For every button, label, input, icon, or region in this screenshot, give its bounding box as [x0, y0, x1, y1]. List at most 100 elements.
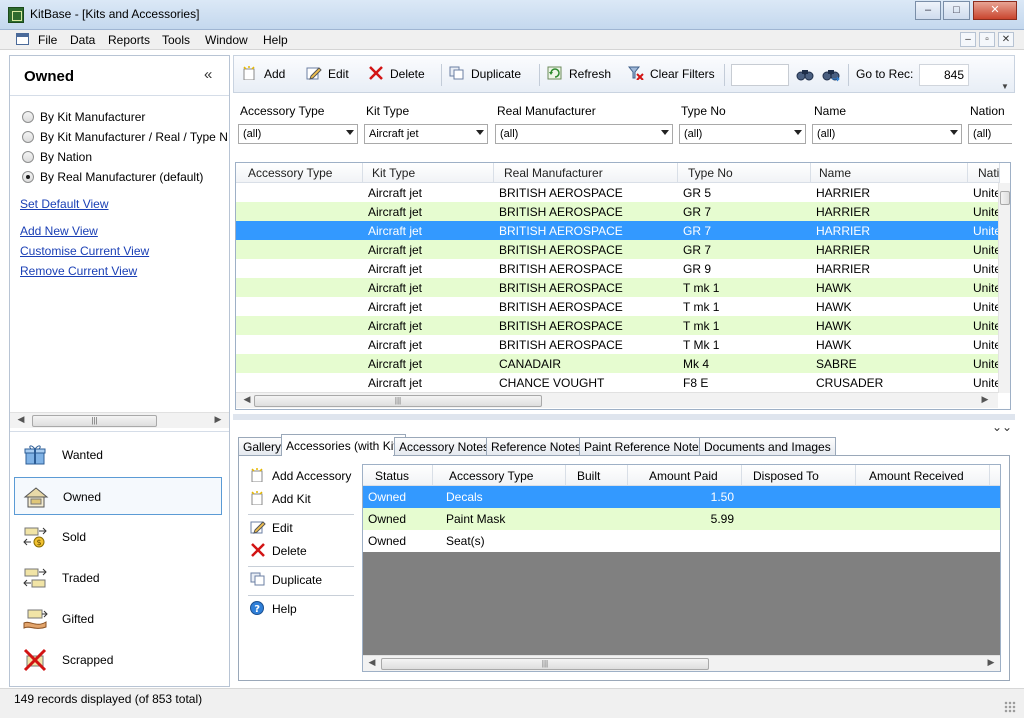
detail-duplicate-button[interactable]: Duplicate — [250, 572, 322, 587]
tab-gallery[interactable]: Gallery — [238, 437, 287, 455]
grid-horizontal-scrollbar[interactable]: ◀ ||| ▶ — [236, 392, 998, 408]
tab-paint-reference-notes[interactable]: Paint Reference Notes — [579, 437, 710, 455]
mdi-minimize-button[interactable]: – — [960, 32, 976, 47]
menu-tools[interactable]: Tools — [162, 33, 190, 47]
view-option-nation[interactable]: By Nation — [22, 148, 227, 166]
tab-accessory-notes[interactable]: Accessory Notes — [394, 437, 495, 455]
close-button[interactable]: ✕ — [973, 1, 1017, 20]
menu-file[interactable]: File — [38, 33, 57, 47]
table-row[interactable]: Aircraft jet BRITISH AEROSPACE GR 7 HARRIER… — [236, 240, 1000, 259]
collapse-icon[interactable]: « — [204, 66, 212, 83]
view-option-kit-manufacturer-real[interactable]: By Kit Manufacturer / Real / Type No / N… — [22, 128, 227, 146]
goto-record-input[interactable]: 845 — [919, 64, 969, 86]
scroll-right-icon[interactable]: ▶ — [211, 414, 225, 425]
splitter[interactable] — [233, 414, 1015, 420]
column-header-status[interactable]: Status — [363, 465, 433, 486]
table-row[interactable]: Owned Seat(s) — [363, 530, 1000, 552]
column-header-real-manufacturer[interactable]: Real Manufacturer — [494, 163, 678, 183]
add-new-view-link[interactable]: Add New View — [20, 224, 98, 238]
detail-horizontal-scrollbar[interactable]: ◀ ||| ▶ — [363, 655, 1000, 671]
table-row[interactable]: Owned Paint Mask 5.99 — [363, 508, 1000, 530]
filter-kit-type[interactable]: Aircraft jet — [364, 124, 488, 144]
table-row[interactable]: Aircraft jet BRITISH AEROSPACE T mk 1 HAWK U… — [236, 278, 1000, 297]
column-header-amount-paid[interactable]: Amount Paid — [628, 465, 742, 486]
filter-accessory-type[interactable]: (all) — [238, 124, 358, 144]
menu-data[interactable]: Data — [70, 33, 95, 47]
add-accessory-button[interactable]: Add Accessory — [250, 468, 351, 483]
help-button[interactable]: ? Help — [250, 601, 297, 616]
search-input[interactable] — [731, 64, 789, 86]
minimize-button[interactable]: – — [915, 1, 941, 20]
maximize-button[interactable]: □ — [943, 1, 970, 20]
menu-reports[interactable]: Reports — [108, 33, 150, 47]
mdi-restore-button[interactable]: ▫ — [979, 32, 995, 47]
tab-reference-notes[interactable]: Reference Notes — [486, 437, 587, 455]
column-header-name[interactable]: Name — [811, 163, 968, 183]
resize-grip-icon[interactable] — [1004, 701, 1016, 713]
detail-edit-button[interactable]: Edit — [250, 520, 293, 535]
column-header-kit-type[interactable]: Kit Type — [363, 163, 494, 183]
refresh-button[interactable]: Refresh — [547, 66, 611, 84]
scroll-thumb[interactable]: ||| — [381, 658, 709, 670]
table-row[interactable]: Aircraft jet BRITISH AEROSPACE GR 7 HARRIER… — [236, 202, 1000, 221]
column-header-accessory-type[interactable]: Accessory Type — [433, 465, 566, 486]
scroll-right-icon[interactable]: ▶ — [984, 657, 998, 668]
find-icon[interactable] — [796, 67, 814, 83]
delete-button[interactable]: Delete — [368, 66, 425, 84]
scroll-right-icon[interactable]: ▶ — [978, 394, 992, 405]
duplicate-button[interactable]: Duplicate — [449, 66, 521, 84]
table-row[interactable]: Aircraft jet BRITISH AEROSPACE T mk 1 HAWK U… — [236, 316, 1000, 335]
table-row[interactable]: Aircraft jet BRITISH AEROSPACE T mk 1 HAWK U… — [236, 297, 1000, 316]
nav-sold[interactable]: $ Sold — [14, 518, 222, 556]
find-next-icon[interactable] — [822, 67, 840, 83]
tab-documents-and-images[interactable]: Documents and Images — [699, 437, 836, 455]
scroll-left-icon[interactable]: ◀ — [14, 414, 28, 425]
view-option-real-manufacturer[interactable]: By Real Manufacturer (default) — [22, 168, 227, 186]
view-option-kit-manufacturer[interactable]: By Kit Manufacturer — [22, 108, 227, 126]
column-header-type-no[interactable]: Type No — [678, 163, 811, 183]
scroll-thumb[interactable]: ||| — [32, 415, 157, 427]
table-row[interactable]: Owned Decals 1.50 — [363, 486, 1000, 508]
set-default-view-link[interactable]: Set Default View — [20, 197, 109, 211]
filter-real-manufacturer[interactable]: (all) — [495, 124, 673, 144]
nav-scrapped[interactable]: Scrapped — [14, 641, 222, 679]
scroll-left-icon[interactable]: ◀ — [365, 657, 379, 668]
remove-view-link[interactable]: Remove Current View — [20, 264, 137, 278]
detail-delete-button[interactable]: Delete — [250, 543, 307, 558]
add-kit-button[interactable]: Add Kit — [250, 491, 311, 506]
clear-filters-button[interactable]: Clear Filters — [628, 66, 715, 84]
table-row[interactable]: Aircraft jet BRITISH AEROSPACE GR 5 HARRIER… — [236, 183, 1000, 202]
nav-wanted[interactable]: Wanted — [14, 436, 222, 474]
mdi-close-button[interactable]: ✕ — [998, 32, 1014, 47]
tab-accessories-with-kit[interactable]: Accessories (with Kit) — [281, 434, 406, 456]
column-header-nation[interactable]: Nation — [968, 163, 1000, 183]
column-header-amount-received[interactable]: Amount Received — [856, 465, 990, 486]
toolbar-overflow-icon[interactable]: ▼ — [1001, 82, 1009, 91]
left-horizontal-scrollbar[interactable]: ◀ ||| ▶ — [10, 412, 229, 428]
add-button[interactable]: Add — [242, 66, 285, 84]
filter-type-no[interactable]: (all) — [679, 124, 806, 144]
scroll-thumb[interactable]: ||| — [254, 395, 542, 407]
cell-real-manufacturer: BRITISH AEROSPACE — [499, 186, 623, 200]
filter-name[interactable]: (all) — [812, 124, 962, 144]
edit-button[interactable]: Edit — [306, 66, 349, 84]
table-row[interactable]: Aircraft jet CHANCE VOUGHT F8 E CRUSADER Uni… — [236, 373, 1000, 392]
scroll-thumb[interactable] — [1000, 191, 1010, 205]
customise-view-link[interactable]: Customise Current View — [20, 244, 149, 258]
column-header-built[interactable]: Built — [566, 465, 628, 486]
nav-gifted[interactable]: Gifted — [14, 600, 222, 638]
column-header-accessory-type[interactable]: Accessory Type — [236, 163, 363, 183]
table-row[interactable]: Aircraft jet BRITISH AEROSPACE GR 9 HARRIER… — [236, 259, 1000, 278]
nav-owned[interactable]: Owned — [14, 477, 222, 515]
filter-nation[interactable]: (all) — [968, 124, 1012, 144]
table-row[interactable]: Aircraft jet CANADAIR Mk 4 SABRE United King… — [236, 354, 1000, 373]
nav-traded[interactable]: Traded — [14, 559, 222, 597]
grid-vertical-scrollbar[interactable] — [998, 183, 1010, 393]
table-row[interactable]: Aircraft jet BRITISH AEROSPACE T Mk 1 HAWK U… — [236, 335, 1000, 354]
expand-icon[interactable]: ⌄⌄ — [992, 420, 1012, 434]
scroll-left-icon[interactable]: ◀ — [240, 394, 254, 405]
column-header-disposed-to[interactable]: Disposed To — [742, 465, 856, 486]
menu-window[interactable]: Window — [205, 33, 248, 47]
menu-help[interactable]: Help — [263, 33, 288, 47]
table-row[interactable]: Aircraft jet BRITISH AEROSPACE GR 7 HARRIER… — [236, 221, 1000, 240]
